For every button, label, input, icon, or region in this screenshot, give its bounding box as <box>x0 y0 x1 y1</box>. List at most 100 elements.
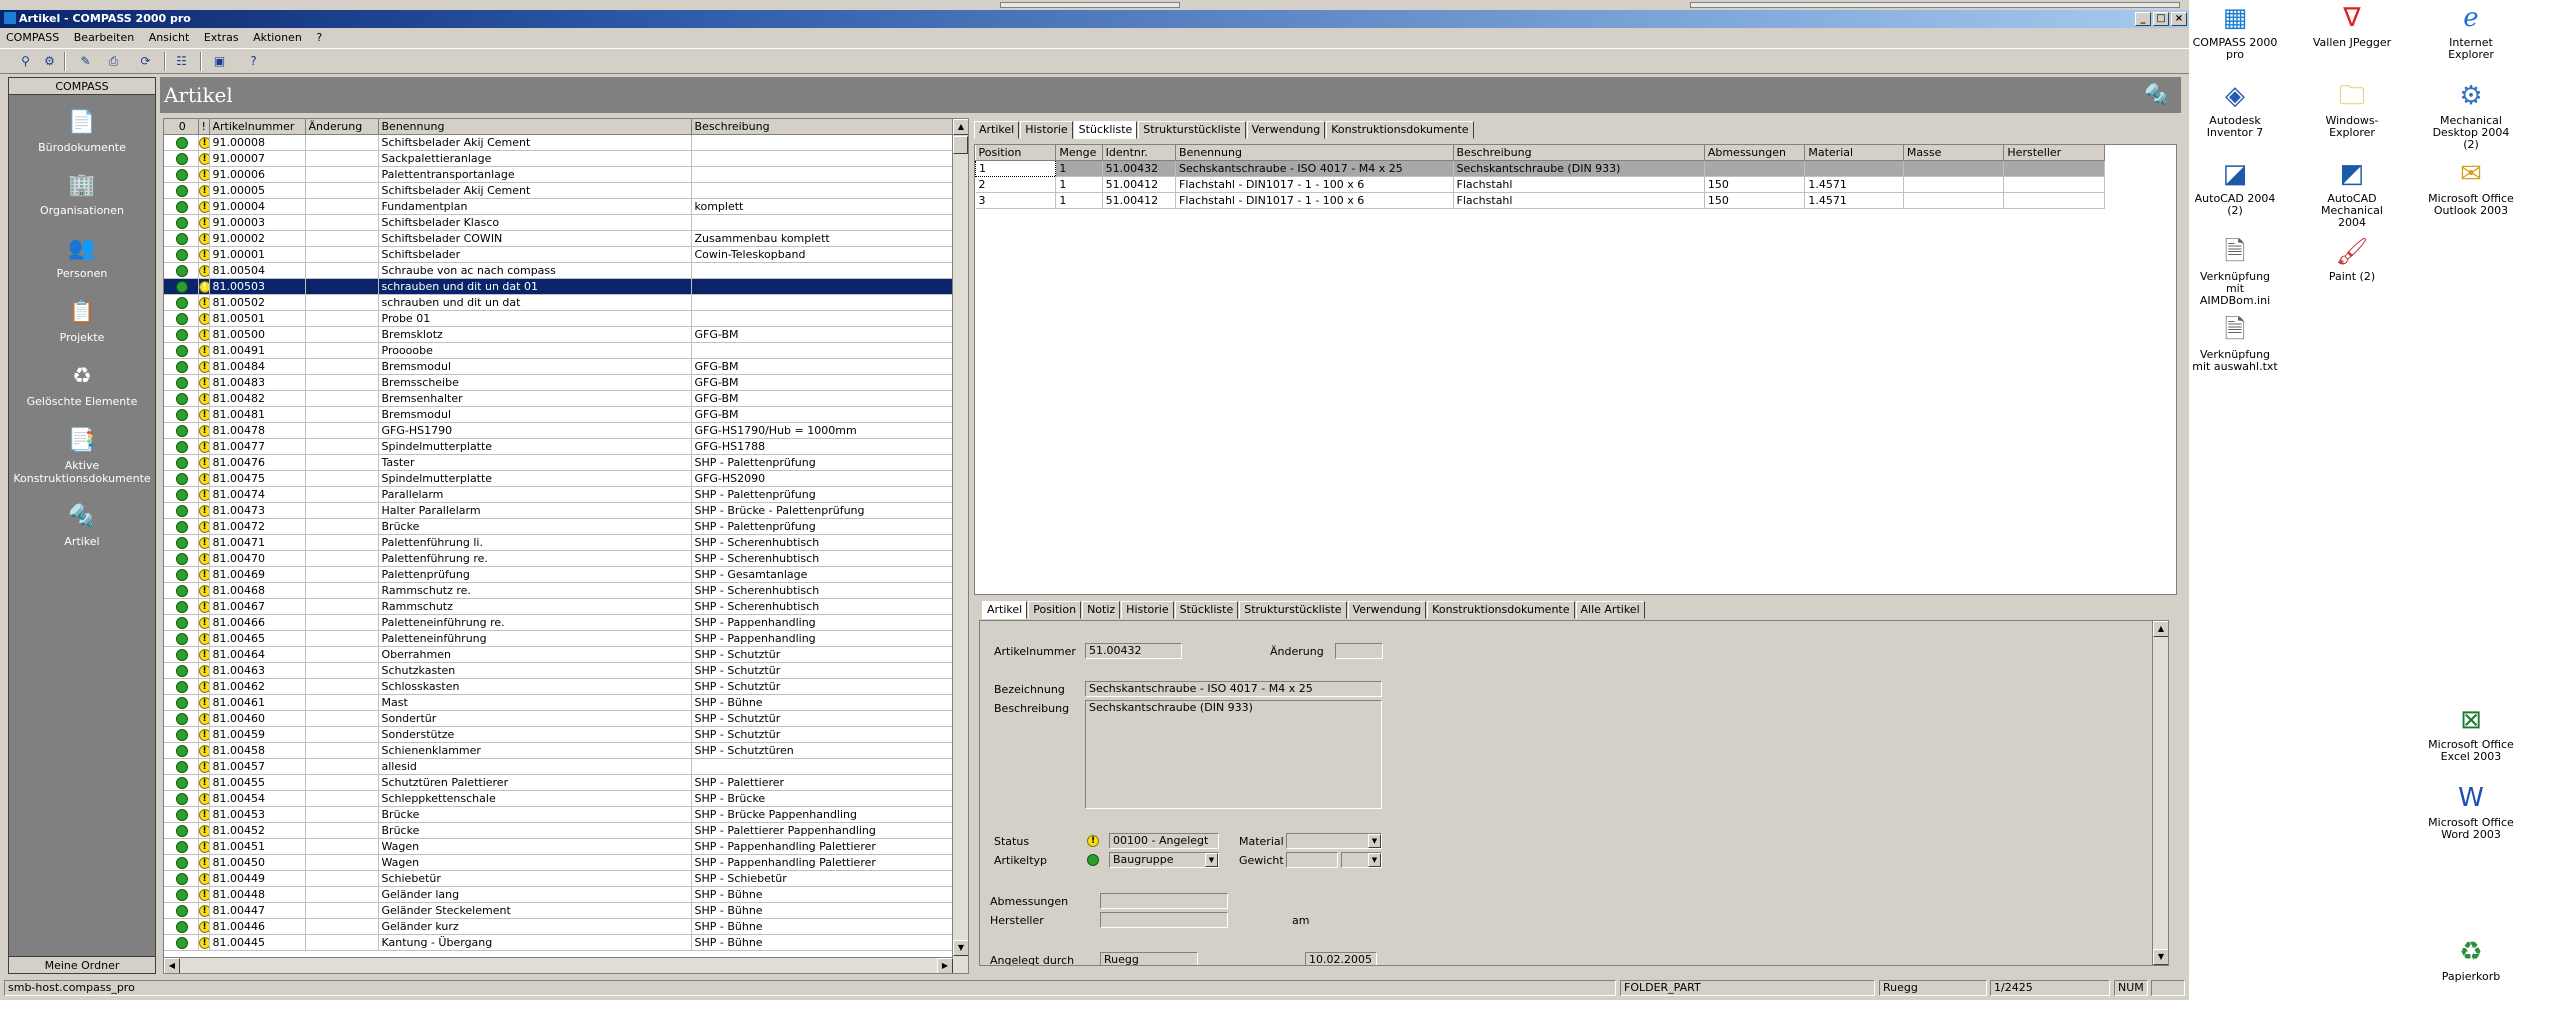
table-row[interactable]: ! 81.00452 Brücke SHP - Palettierer Pappenh… <box>164 822 955 839</box>
tab-detail-alle-artikel[interactable]: Alle Artikel <box>1575 601 1645 619</box>
table-row[interactable]: ! 81.00474 Parallelarm SHP - Palettenprüfun… <box>164 486 955 503</box>
table-row[interactable]: ! 81.00447 Geländer Steckelement SHP - Bühn… <box>164 902 955 919</box>
print-icon[interactable]: ⎙ <box>104 53 123 70</box>
tab-detail-artikel[interactable]: Artikel <box>982 601 1028 619</box>
tab-historie[interactable]: Historie <box>1020 121 1073 139</box>
desktop-icon-aimdbom-ini[interactable]: 🗎 Verknüpfung mit AIMDBom.ini <box>2190 236 2280 307</box>
desktop-icon-auswahl-txt[interactable]: 🗎 Verknüpfung mit auswahl.txt <box>2190 314 2280 373</box>
desktop-icon-vallen-jpegger[interactable]: ∇ Vallen JPegger <box>2307 2 2397 49</box>
artikeltyp-select[interactable]: Baugruppe ▼ <box>1109 852 1219 868</box>
sidebar-item-artikel[interactable]: 🔩 Artikel <box>9 502 155 548</box>
table-row[interactable]: ! 91.00007 Sackpalettieranlage <box>164 150 955 167</box>
sidebar-item-organisationen[interactable]: 🏢 Organisationen <box>9 171 155 217</box>
article-table-hscroll[interactable]: ◀ ▶ <box>164 957 953 973</box>
desktop-icon-papierkorb[interactable]: ♻ Papierkorb <box>2426 936 2516 983</box>
status-column-header[interactable]: 0 <box>164 119 199 135</box>
advanced-search-icon[interactable]: ⚙ <box>40 53 59 70</box>
tab-detail-position[interactable]: Position <box>1028 601 1082 619</box>
table-row[interactable]: ! 81.00470 Palettenführung re. SHP - Schere… <box>164 550 955 567</box>
help-icon[interactable]: ? <box>244 53 263 70</box>
table-row[interactable]: ! 81.00467 Rammschutz SHP - Scherenhubtisch <box>164 598 955 615</box>
sidebar-footer-meine-ordner[interactable]: Meine Ordner <box>9 956 155 973</box>
column-header-hersteller[interactable]: Hersteller <box>2003 145 2105 161</box>
chevron-down-icon[interactable]: ▼ <box>1368 853 1381 867</box>
desktop-icon-internet-explorer[interactable]: ℯ Internet Explorer <box>2426 2 2516 61</box>
column-header-benennung[interactable]: Benennung <box>1175 145 1454 161</box>
table-row[interactable]: ! 81.00491 Proooobe <box>164 342 955 359</box>
table-row[interactable]: ! 81.00457 allesid <box>164 758 955 775</box>
table-row[interactable]: ! 81.00483 Bremsscheibe GFG-BM <box>164 374 955 391</box>
status-field[interactable]: 00100 - Angelegt <box>1109 833 1219 849</box>
column-header-beschreibung[interactable]: Beschreibung <box>691 119 955 135</box>
bom-row[interactable]: 1 1 51.00432 Sechskantschraube - ISO 4017 -… <box>975 159 2105 177</box>
table-row[interactable]: ! 81.00459 Sonderstütze SHP - Schutztür <box>164 726 955 743</box>
scroll-down-arrow[interactable]: ▼ <box>2153 949 2168 965</box>
gewicht-field[interactable] <box>1286 852 1338 868</box>
desktop-icon-excel[interactable]: ⊠ Microsoft Office Excel 2003 <box>2426 704 2516 763</box>
table-row[interactable]: ! 91.00005 Schiftsbelader Akij Cement <box>164 182 955 199</box>
angelegt-field[interactable]: Ruegg <box>1100 952 1198 965</box>
table-row[interactable]: ! 81.00445 Kantung - Übergang SHP - Bühne <box>164 934 955 951</box>
tab-strukturstueckliste[interactable]: Strukturstückliste <box>1138 121 1246 139</box>
bom-row[interactable]: 2 1 51.00412 Flachstahl - DIN1017 - 1 - 100… <box>975 176 2105 193</box>
table-row[interactable]: ! 81.00500 Bremsklotz GFG-BM <box>164 326 955 343</box>
desktop-icon-word[interactable]: W Microsoft Office Word 2003 <box>2426 782 2516 841</box>
tab-detail-konstruktionsdokumente[interactable]: Konstruktionsdokumente <box>1427 601 1575 619</box>
table-row[interactable]: ! 81.00463 Schutzkasten SHP - Schutztür <box>164 662 955 679</box>
minimize-button[interactable]: _ <box>2135 12 2151 26</box>
tab-detail-stueckliste[interactable]: Stückliste <box>1174 601 1239 619</box>
chevron-down-icon[interactable]: ▼ <box>1368 834 1381 848</box>
scroll-up-arrow[interactable]: ▲ <box>953 119 968 135</box>
detail-vscroll[interactable]: ▲ ▼ <box>2152 621 2168 965</box>
column-header-material[interactable]: Material <box>1804 145 1904 161</box>
desktop-icon-autocad-mechanical[interactable]: ◩ AutoCAD Mechanical 2004 <box>2307 158 2397 229</box>
table-row[interactable]: ! 81.00465 Paletteneinführung SHP - Pappenh… <box>164 630 955 647</box>
table-row[interactable]: ! 81.00449 Schiebetür SHP - Schiebetür <box>164 870 955 887</box>
table-row[interactable]: ! 81.00471 Palettenführung li. SHP - Schere… <box>164 534 955 551</box>
table-row[interactable]: ! 81.00476 Taster SHP - Palettenprüfung <box>164 454 955 471</box>
table-row[interactable]: ! 81.00450 Wagen SHP - Pappenhandling Palet… <box>164 854 955 871</box>
table-row[interactable]: ! 81.00455 Schutztüren Palettierer SHP - Pa… <box>164 774 955 791</box>
page-title[interactable]: Artikel <box>164 83 233 107</box>
table-row[interactable]: ! 91.00001 Schiftsbelader Cowin-Teleskopban… <box>164 246 955 263</box>
table-row[interactable]: ! 81.00481 Bremsmodul GFG-BM <box>164 406 955 423</box>
tab-stueckliste[interactable]: Stückliste <box>1073 121 1138 139</box>
table-row[interactable]: ! 81.00484 Bremsmodul GFG-BM <box>164 358 955 375</box>
menu-bearbeiten[interactable]: Bearbeiten <box>74 31 134 44</box>
table-row[interactable]: ! 81.00504 Schraube von ac nach compass <box>164 262 955 279</box>
table-row[interactable]: ! 81.00477 Spindelmutterplatte GFG-HS1788 <box>164 438 955 455</box>
table-row[interactable]: ! 81.00466 Paletteneinführung re. SHP - Pap… <box>164 614 955 631</box>
maximize-button[interactable]: □ <box>2153 12 2169 26</box>
table-row[interactable]: ! 81.00453 Brücke SHP - Brücke Pappenhandli… <box>164 806 955 823</box>
column-header-identnr[interactable]: Identnr. <box>1102 145 1177 161</box>
scroll-left-arrow[interactable]: ◀ <box>164 958 180 973</box>
scroll-up-arrow[interactable]: ▲ <box>2153 621 2168 637</box>
table-row[interactable]: ! 81.00451 Wagen SHP - Pappenhandling Palet… <box>164 838 955 855</box>
menu-extras[interactable]: Extras <box>204 31 239 44</box>
table-row[interactable]: ! 91.00006 Palettentransportanlage <box>164 166 955 183</box>
bezeichnung-field[interactable]: Sechskantschraube - ISO 4017 - M4 x 25 <box>1085 681 1382 697</box>
table-row[interactable]: ! 81.00473 Halter Parallelarm SHP - Brücke … <box>164 502 955 519</box>
table-row[interactable]: ! 91.00008 Schiftsbelader Akij Cement <box>164 134 955 151</box>
menu-compass[interactable]: COMPASS <box>6 31 59 44</box>
desktop-icon-autodesk-inventor[interactable]: ◈ Autodesk Inventor 7 <box>2190 80 2280 139</box>
edit-icon[interactable]: ✎ <box>76 53 95 70</box>
column-header-artikelnummer[interactable]: Artikelnummer <box>209 119 306 135</box>
menu-aktionen[interactable]: Aktionen <box>253 31 302 44</box>
column-header-aenderung[interactable]: Änderung <box>305 119 379 135</box>
column-header-beschreibung[interactable]: Beschreibung <box>1453 145 1705 161</box>
scroll-right-arrow[interactable]: ▶ <box>937 958 953 973</box>
table-row[interactable]: ! 81.00460 Sondertür SHP - Schutztür <box>164 710 955 727</box>
table-row[interactable]: ! 81.00462 Schlosskasten SHP - Schutztür <box>164 678 955 695</box>
sidebar-item-buerodokumente[interactable]: 📄 Bürodokumente <box>9 108 155 154</box>
desktop-icon-outlook[interactable]: ✉ Microsoft Office Outlook 2003 <box>2426 158 2516 217</box>
table-row[interactable]: ! 81.00482 Bremsenhalter GFG-BM <box>164 390 955 407</box>
beschreibung-field[interactable]: Sechskantschraube (DIN 933) <box>1085 700 1382 809</box>
tree-icon[interactable]: ☷ <box>172 53 191 70</box>
tab-detail-verwendung[interactable]: Verwendung <box>1347 601 1427 619</box>
table-row[interactable]: ! 81.00448 Geländer lang SHP - Bühne <box>164 886 955 903</box>
angelegt-date-field[interactable]: 10.02.2005 <box>1305 952 1377 965</box>
desktop-icon-compass[interactable]: ▦ COMPASS 2000 pro <box>2190 2 2280 61</box>
menu-help[interactable]: ? <box>316 31 322 44</box>
window-icon[interactable]: ▣ <box>210 53 229 70</box>
